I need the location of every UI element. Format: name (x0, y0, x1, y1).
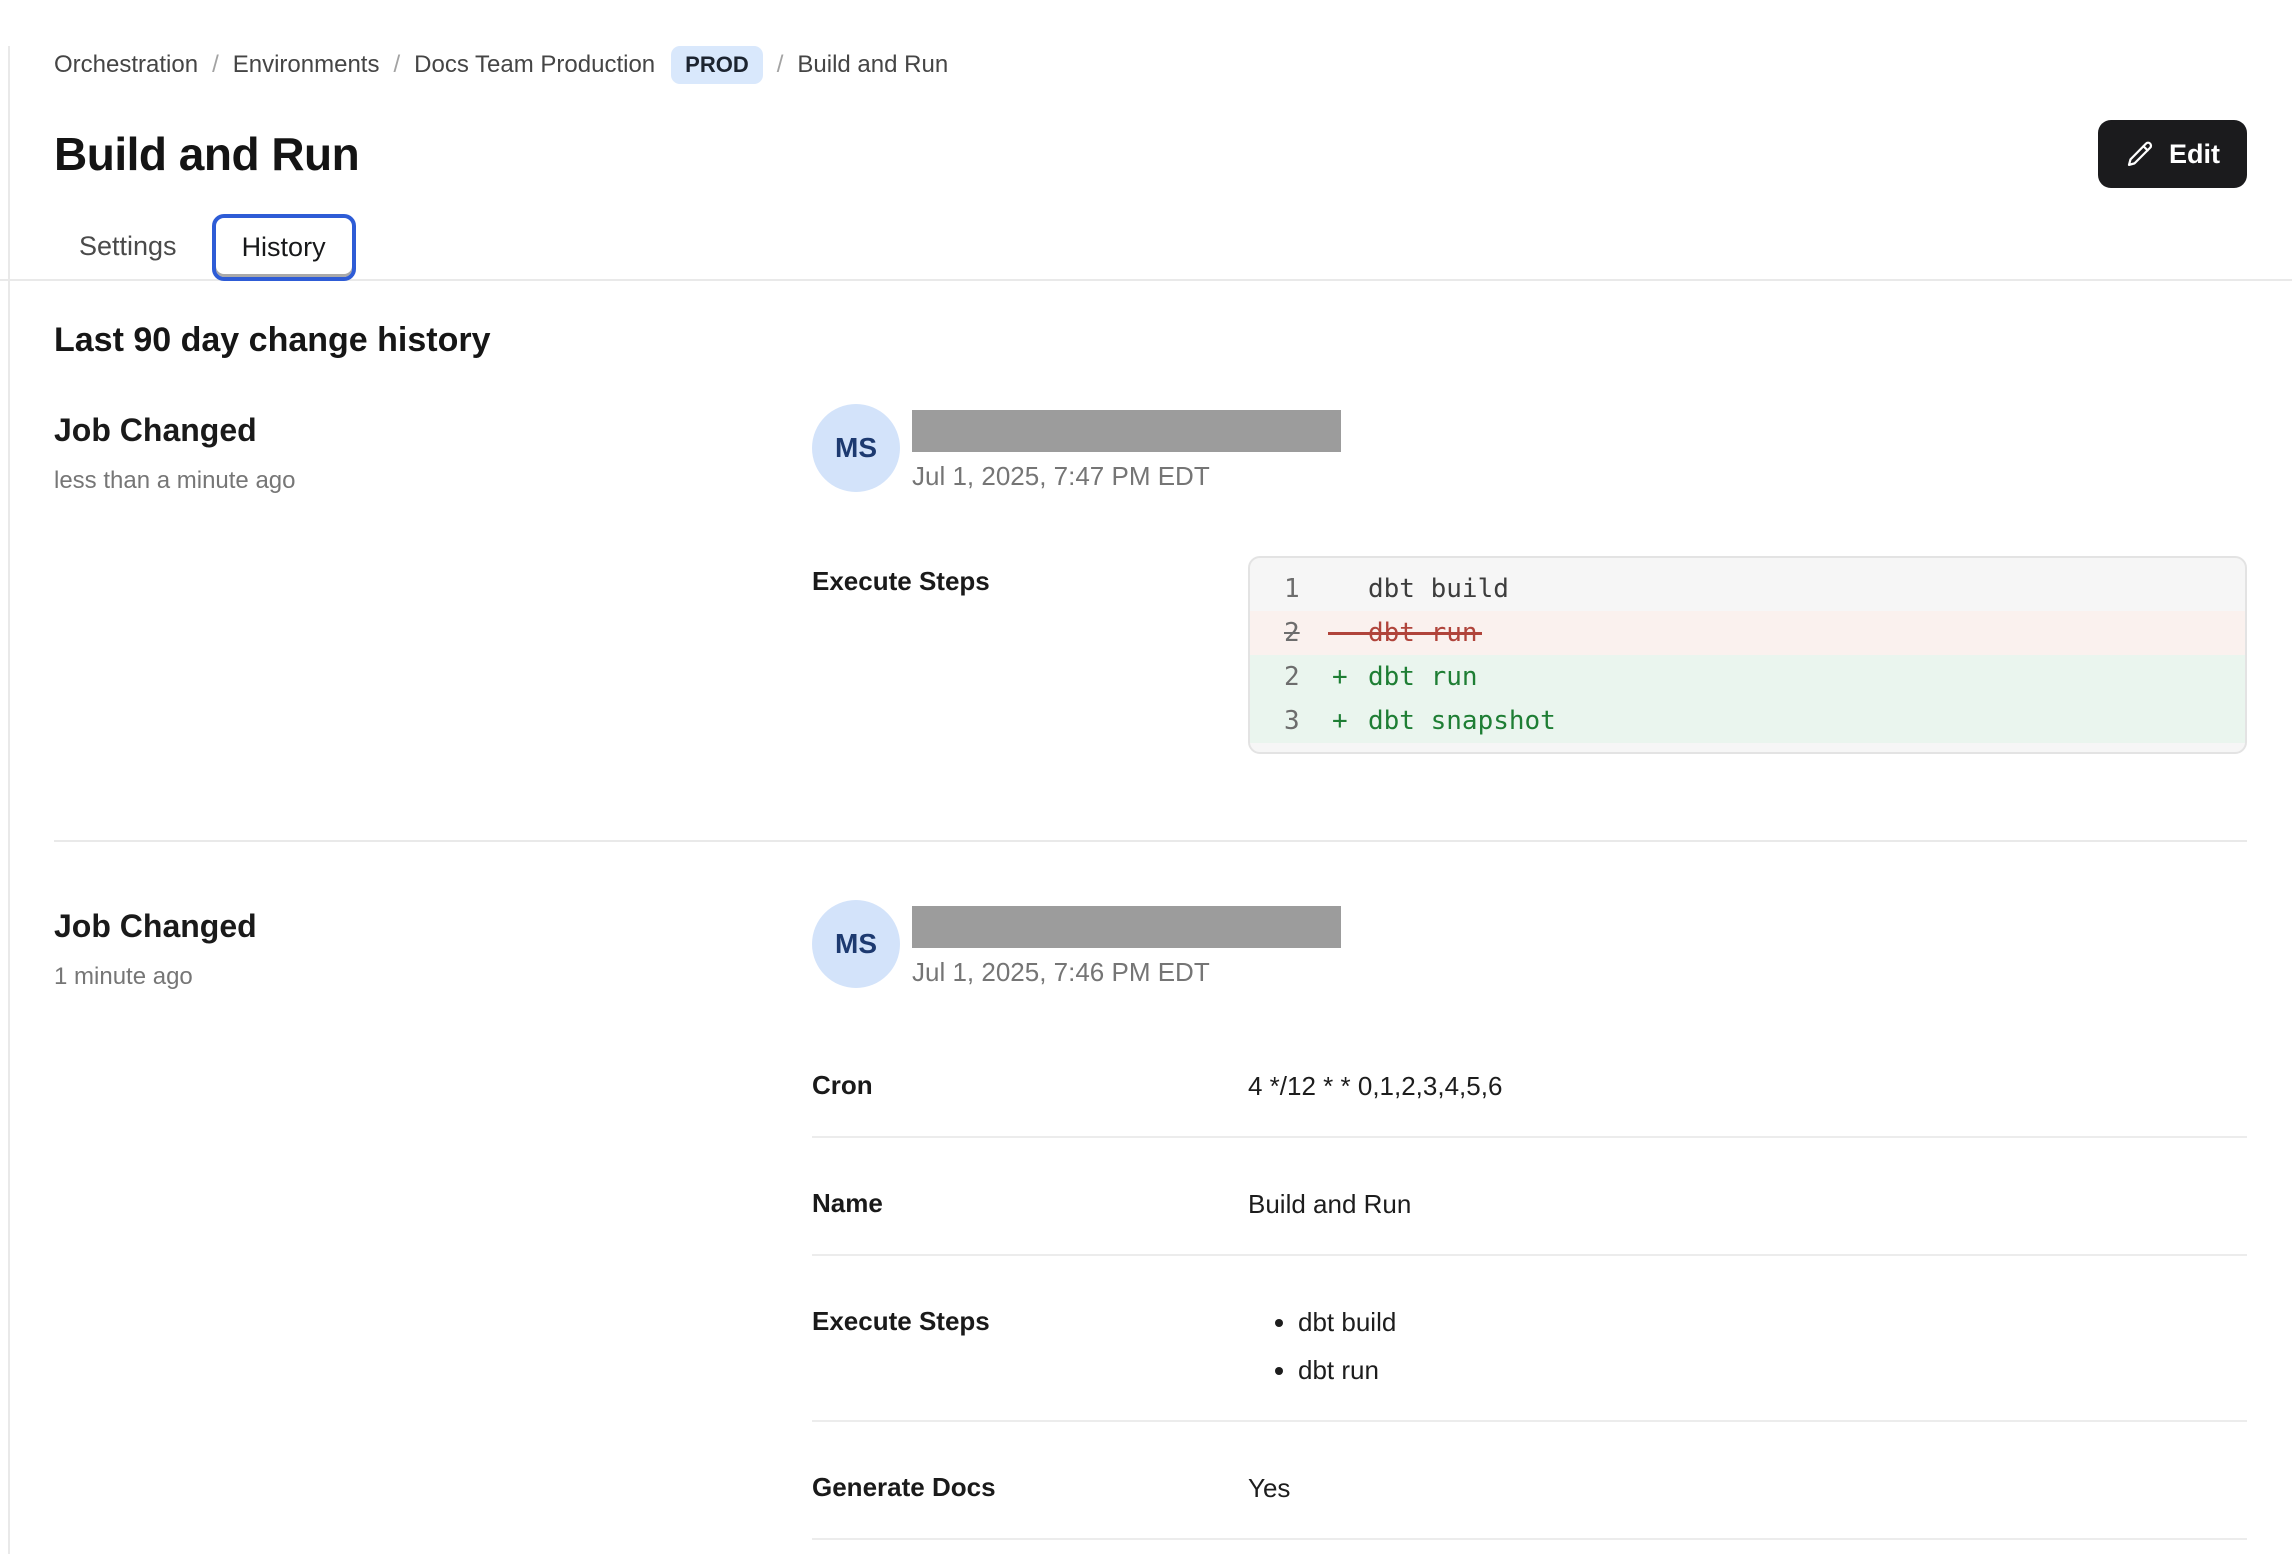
tab-bar: Settings History (0, 214, 2292, 281)
diff-line-number: 2 (1250, 618, 1332, 648)
title-row: Build and Run Edit (54, 120, 2247, 188)
change-row: Execute Steps 1 dbt build 2 -dbt run 2 +… (812, 556, 2247, 754)
detail-label: Generate Docs (812, 1472, 1248, 1503)
user-row: MS Jul 1, 2025, 7:46 PM EDT (812, 900, 2247, 988)
change-details-table: Cron 4 */12 * * 0,1,2,3,4,5,6 Name Build… (812, 1042, 2247, 1540)
user-initials: MS (835, 928, 877, 960)
job-history-page: Orchestration / Environments / Docs Team… (0, 46, 2292, 1540)
entry-detail: MS Jul 1, 2025, 7:47 PM EDT Execute Step… (812, 404, 2247, 754)
edit-button[interactable]: Edit (2098, 120, 2247, 188)
diff-line-number: 3 (1250, 706, 1332, 736)
page-title: Build and Run (54, 127, 359, 181)
left-edge-divider (8, 46, 10, 1554)
breadcrumb-item-environments[interactable]: Environments (233, 51, 380, 79)
change-entry: Job Changed 1 minute ago MS Jul 1, 2025,… (54, 900, 2247, 1540)
detail-label: Execute Steps (812, 1306, 1248, 1337)
diff-row-added: 3 +dbt snapshot (1250, 699, 2245, 743)
user-initials: MS (835, 432, 877, 464)
diff-code: dbt build (1368, 574, 1509, 604)
detail-label: Cron (812, 1070, 1248, 1101)
detail-row-name: Name Build and Run (812, 1138, 2247, 1256)
diff-block: 1 dbt build 2 -dbt run 2 +dbt run 3 +dbt… (1248, 556, 2247, 754)
execute-steps-list: dbt build dbt run (1248, 1306, 1396, 1386)
diff-row: 1 dbt build (1250, 567, 2245, 611)
detail-row-cron: Cron 4 */12 * * 0,1,2,3,4,5,6 (812, 1042, 2247, 1138)
breadcrumb-item-environment-name[interactable]: Docs Team Production (414, 51, 655, 79)
breadcrumb-separator: / (393, 51, 400, 79)
detail-row-generate-docs: Generate Docs Yes (812, 1422, 2247, 1540)
edit-button-label: Edit (2169, 139, 2220, 170)
history-section-heading: Last 90 day change history (54, 321, 2247, 360)
user-row: MS Jul 1, 2025, 7:47 PM EDT (812, 404, 2247, 492)
entry-timestamp: Jul 1, 2025, 7:47 PM EDT (912, 461, 1341, 492)
redacted-name-bar (912, 410, 1341, 452)
detail-value: Build and Run (1248, 1188, 1411, 1220)
entry-title: Job Changed (54, 908, 812, 945)
diff-code: dbt run (1368, 618, 1478, 648)
entry-time-ago: less than a minute ago (54, 467, 812, 495)
diff-sign: + (1332, 706, 1368, 736)
redacted-name-bar (912, 906, 1341, 948)
breadcrumb: Orchestration / Environments / Docs Team… (54, 46, 2247, 84)
change-entry: Job Changed less than a minute ago MS Ju… (54, 404, 2247, 754)
detail-value: 4 */12 * * 0,1,2,3,4,5,6 (1248, 1070, 1502, 1102)
entry-summary: Job Changed 1 minute ago (54, 900, 812, 991)
diff-sign: + (1332, 662, 1368, 692)
entry-title: Job Changed (54, 412, 812, 449)
entry-detail: MS Jul 1, 2025, 7:46 PM EDT Cron 4 */12 … (812, 900, 2247, 1540)
list-item: dbt build (1298, 1306, 1396, 1338)
diff-line-number: 1 (1250, 574, 1332, 604)
breadcrumb-separator: / (212, 51, 219, 79)
change-field-label: Execute Steps (812, 556, 1248, 597)
detail-value: Yes (1248, 1472, 1290, 1504)
user-meta: Jul 1, 2025, 7:47 PM EDT (912, 404, 1341, 492)
prod-badge: PROD (671, 46, 763, 84)
tab-settings[interactable]: Settings (54, 214, 202, 279)
detail-label: Name (812, 1188, 1248, 1219)
entry-time-ago: 1 minute ago (54, 963, 812, 991)
list-item: dbt run (1298, 1354, 1396, 1386)
diff-line-number: 2 (1250, 662, 1332, 692)
diff-row-added: 2 +dbt run (1250, 655, 2245, 699)
tab-history[interactable]: History (212, 214, 356, 281)
breadcrumb-item-current: Build and Run (797, 51, 948, 79)
diff-code: dbt run (1368, 662, 1478, 692)
breadcrumb-item-orchestration[interactable]: Orchestration (54, 51, 198, 79)
user-meta: Jul 1, 2025, 7:46 PM EDT (912, 900, 1341, 988)
detail-row-execute-steps: Execute Steps dbt build dbt run (812, 1256, 2247, 1422)
diff-sign: - (1332, 618, 1368, 648)
diff-row-removed: 2 -dbt run (1250, 611, 2245, 655)
avatar: MS (812, 404, 900, 492)
section-divider (54, 840, 2247, 842)
breadcrumb-separator: / (777, 51, 784, 79)
entry-summary: Job Changed less than a minute ago (54, 404, 812, 495)
diff-code: dbt snapshot (1368, 706, 1556, 736)
pencil-icon (2125, 139, 2155, 169)
avatar: MS (812, 900, 900, 988)
entry-timestamp: Jul 1, 2025, 7:46 PM EDT (912, 957, 1341, 988)
detail-value: dbt build dbt run (1248, 1306, 1396, 1386)
